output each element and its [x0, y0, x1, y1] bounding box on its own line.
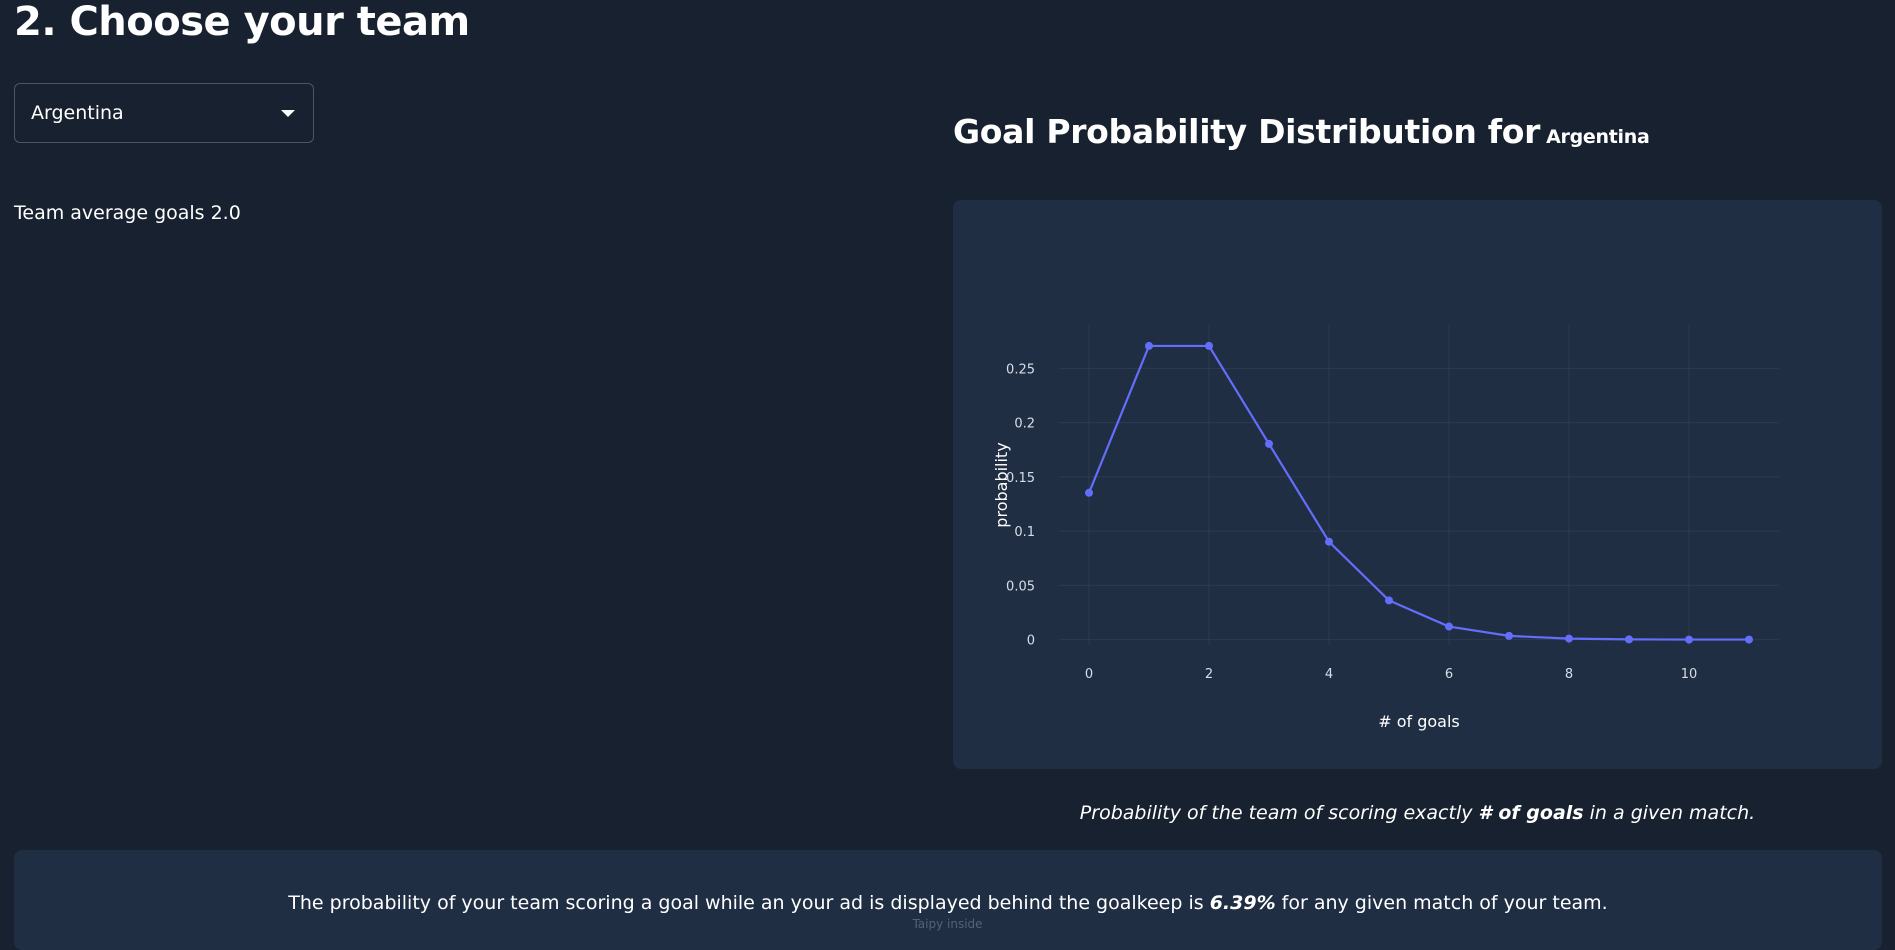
y-tick-label: 0.05	[1006, 579, 1035, 594]
data-point	[1145, 341, 1153, 350]
x-tick-label: 0	[1085, 667, 1093, 682]
data-point	[1205, 341, 1213, 350]
result-value: 6.39%	[1209, 892, 1276, 914]
data-point	[1685, 635, 1693, 644]
data-point	[1265, 439, 1273, 448]
caption-before: Probability of the team of scoring exact…	[1079, 802, 1473, 824]
chart-heading: Goal Probability Distribution for Argenti…	[953, 112, 1650, 151]
team-average-label: Team average goals	[14, 202, 205, 224]
caption-after: in a given match.	[1589, 802, 1756, 824]
page-title: 2. Choose your team	[14, 0, 470, 45]
data-point	[1745, 635, 1753, 644]
x-axis-title: # of goals	[1378, 712, 1460, 731]
data-point	[1325, 537, 1333, 546]
data-point	[1565, 634, 1573, 643]
x-tick-label: 6	[1445, 667, 1453, 682]
team-average-goals: Team average goals 2.0	[14, 202, 241, 224]
y-tick-label: 0.1	[1014, 525, 1035, 540]
result-card: The probability of your team scoring a g…	[14, 850, 1882, 950]
data-point	[1505, 631, 1513, 640]
data-point	[1085, 488, 1093, 497]
chart-card[interactable]: 0 2 4 6 8 10 0 0.05 0.1 0.15 0.2 0.25 # of goals prob…	[953, 200, 1882, 769]
x-tick-label: 4	[1325, 667, 1333, 682]
probability-chart[interactable]: 0 2 4 6 8 1000.050.10.150.20.25# of goalsprob…	[953, 200, 1882, 769]
data-point	[1385, 596, 1393, 605]
data-point	[1625, 635, 1633, 644]
y-axis-title: probability	[992, 442, 1011, 527]
caption-bold: # of goals	[1478, 802, 1584, 824]
team-select-value: Argentina	[31, 102, 124, 124]
team-average-value: 2.0	[210, 202, 241, 224]
x-tick-label: 10	[1681, 667, 1698, 682]
x-tick-label: 2	[1205, 667, 1213, 682]
chart-heading-text: Goal Probability Distribution for	[953, 112, 1541, 151]
series-line	[1087, 344, 1749, 641]
result-text: The probability of your team scoring a g…	[14, 892, 1882, 914]
dropdown-caret-icon	[281, 109, 295, 117]
y-tick-label: 0.25	[1006, 362, 1035, 377]
footer-note: Taipy inside	[912, 917, 983, 931]
data-point	[1445, 622, 1453, 631]
result-before: The probability of your team scoring a g…	[288, 892, 1204, 914]
team-select[interactable]: Argentina	[14, 83, 314, 143]
result-after: for any given match of your team.	[1281, 892, 1608, 914]
x-tick-label: 8	[1565, 667, 1573, 682]
chart-caption: Probability of the team of scoring exact…	[953, 802, 1882, 824]
y-tick-label: 0.2	[1014, 417, 1035, 432]
y-tick-label: 0	[1027, 634, 1035, 649]
chart-heading-team: Argentina	[1546, 126, 1650, 148]
